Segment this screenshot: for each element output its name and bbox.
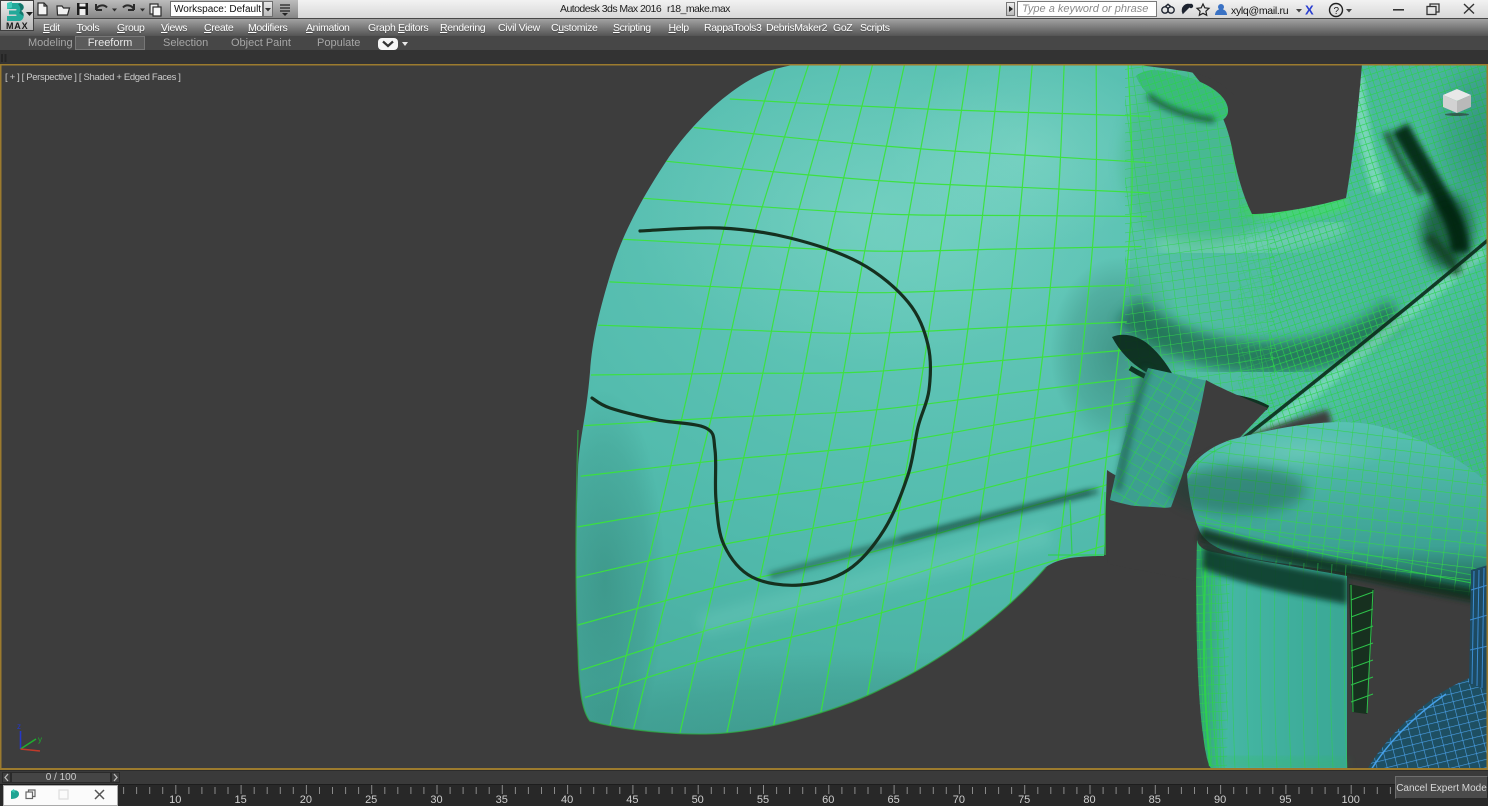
svg-text:45: 45 — [626, 794, 638, 806]
svg-text:55: 55 — [757, 794, 769, 806]
svg-text:30: 30 — [430, 794, 442, 806]
svg-text:70: 70 — [953, 794, 965, 806]
svg-text:85: 85 — [1149, 794, 1161, 806]
svg-text:10: 10 — [169, 794, 181, 806]
svg-text:80: 80 — [1083, 794, 1095, 806]
svg-text:60: 60 — [822, 794, 834, 806]
svg-text:50: 50 — [692, 794, 704, 806]
svg-text:90: 90 — [1214, 794, 1226, 806]
svg-text:75: 75 — [1018, 794, 1030, 806]
svg-text:20: 20 — [300, 794, 312, 806]
svg-text:40: 40 — [561, 794, 573, 806]
svg-text:95: 95 — [1279, 794, 1291, 806]
svg-text:25: 25 — [365, 794, 377, 806]
svg-text:65: 65 — [887, 794, 899, 806]
svg-text:35: 35 — [496, 794, 508, 806]
svg-text:100: 100 — [1342, 794, 1360, 806]
svg-text:15: 15 — [234, 794, 246, 806]
